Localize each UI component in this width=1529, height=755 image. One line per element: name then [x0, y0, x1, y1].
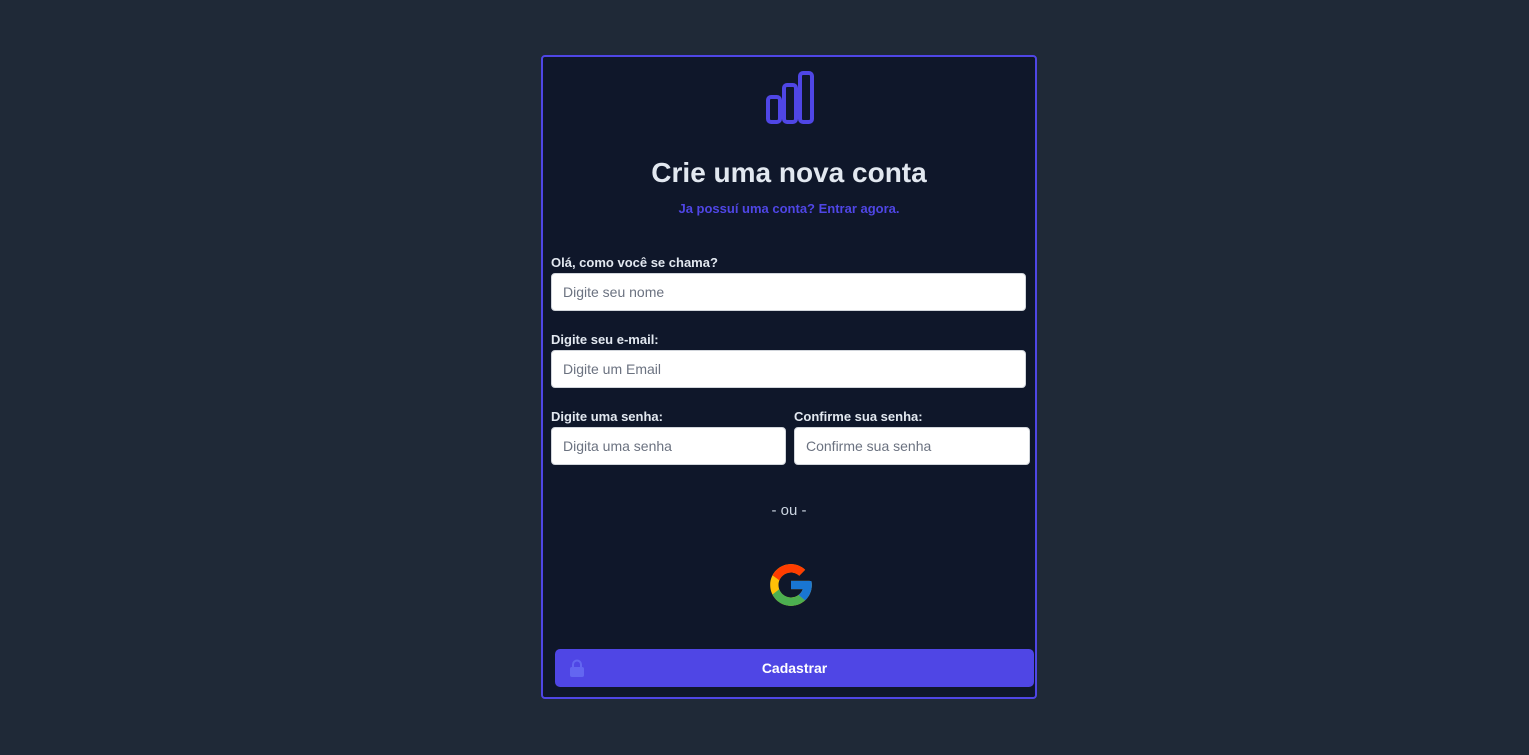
page-title: Crie uma nova conta: [651, 157, 927, 188]
confirm-password-input[interactable]: [794, 427, 1030, 465]
signup-button-label: Cadastrar: [761, 660, 828, 676]
lock-icon: [570, 659, 584, 677]
confirm-password-label: Confirme sua senha:: [794, 409, 923, 424]
signup-card: Crie uma nova conta Ja possuí uma conta?…: [541, 55, 1037, 699]
password-label: Digite uma senha:: [551, 409, 663, 424]
password-input[interactable]: [551, 427, 786, 465]
name-label: Olá, como você se chama?: [551, 255, 718, 270]
signup-button[interactable]: Cadastrar: [555, 649, 1034, 687]
google-icon[interactable]: [766, 560, 816, 610]
or-divider: - ou -: [771, 502, 807, 519]
signin-link[interactable]: Ja possuí uma conta? Entrar agora.: [543, 201, 1035, 216]
email-input[interactable]: [551, 350, 1026, 388]
bar-chart-icon: [766, 71, 814, 124]
email-label: Digite seu e-mail:: [551, 332, 659, 347]
name-input[interactable]: [551, 273, 1026, 311]
